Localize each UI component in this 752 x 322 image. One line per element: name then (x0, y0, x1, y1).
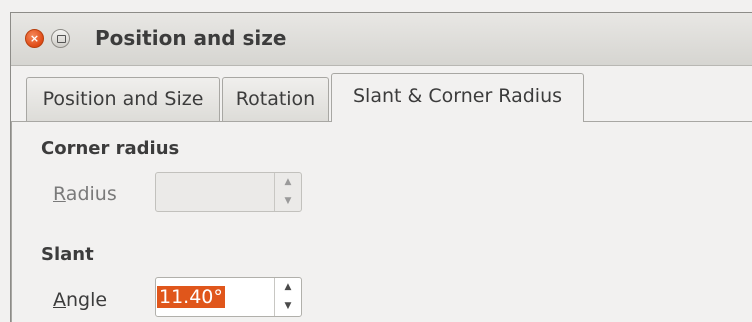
tab-rotation[interactable]: Rotation (222, 77, 329, 121)
angle-spin-buttons: ▲ ▼ (274, 278, 301, 316)
angle-spinbox[interactable]: 11.40° ▲ ▼ (155, 277, 302, 317)
slant-heading: Slant (41, 244, 94, 265)
chevron-up-icon[interactable]: ▲ (275, 278, 301, 297)
radius-label-mnemonic: R (53, 183, 66, 205)
radius-label: Radius (53, 183, 117, 205)
chevron-down-icon[interactable]: ▼ (275, 192, 301, 211)
angle-label-mnemonic: A (53, 289, 66, 311)
radius-spin-buttons: ▲ ▼ (274, 173, 301, 211)
title-bar: × Position and size (11, 13, 752, 66)
dialog-title: Position and size (95, 26, 287, 50)
chevron-up-icon[interactable]: ▲ (275, 173, 301, 192)
angle-label: Angle (53, 289, 107, 311)
chevron-down-icon[interactable]: ▼ (275, 297, 301, 316)
close-icon[interactable]: × (25, 29, 44, 48)
angle-label-rest: ngle (66, 289, 108, 311)
corner-radius-heading: Corner radius (41, 138, 180, 159)
tab-slant-corner-radius[interactable]: Slant & Corner Radius (331, 73, 584, 122)
tab-position-and-size[interactable]: Position and Size (26, 77, 220, 121)
radius-label-rest: adius (65, 183, 117, 205)
dialog-window: × Position and size Position and Size Ro… (10, 12, 752, 322)
radius-spinbox[interactable]: ▲ ▼ (155, 172, 302, 212)
angle-value[interactable]: 11.40° (157, 286, 225, 308)
minimize-icon[interactable] (51, 29, 70, 48)
